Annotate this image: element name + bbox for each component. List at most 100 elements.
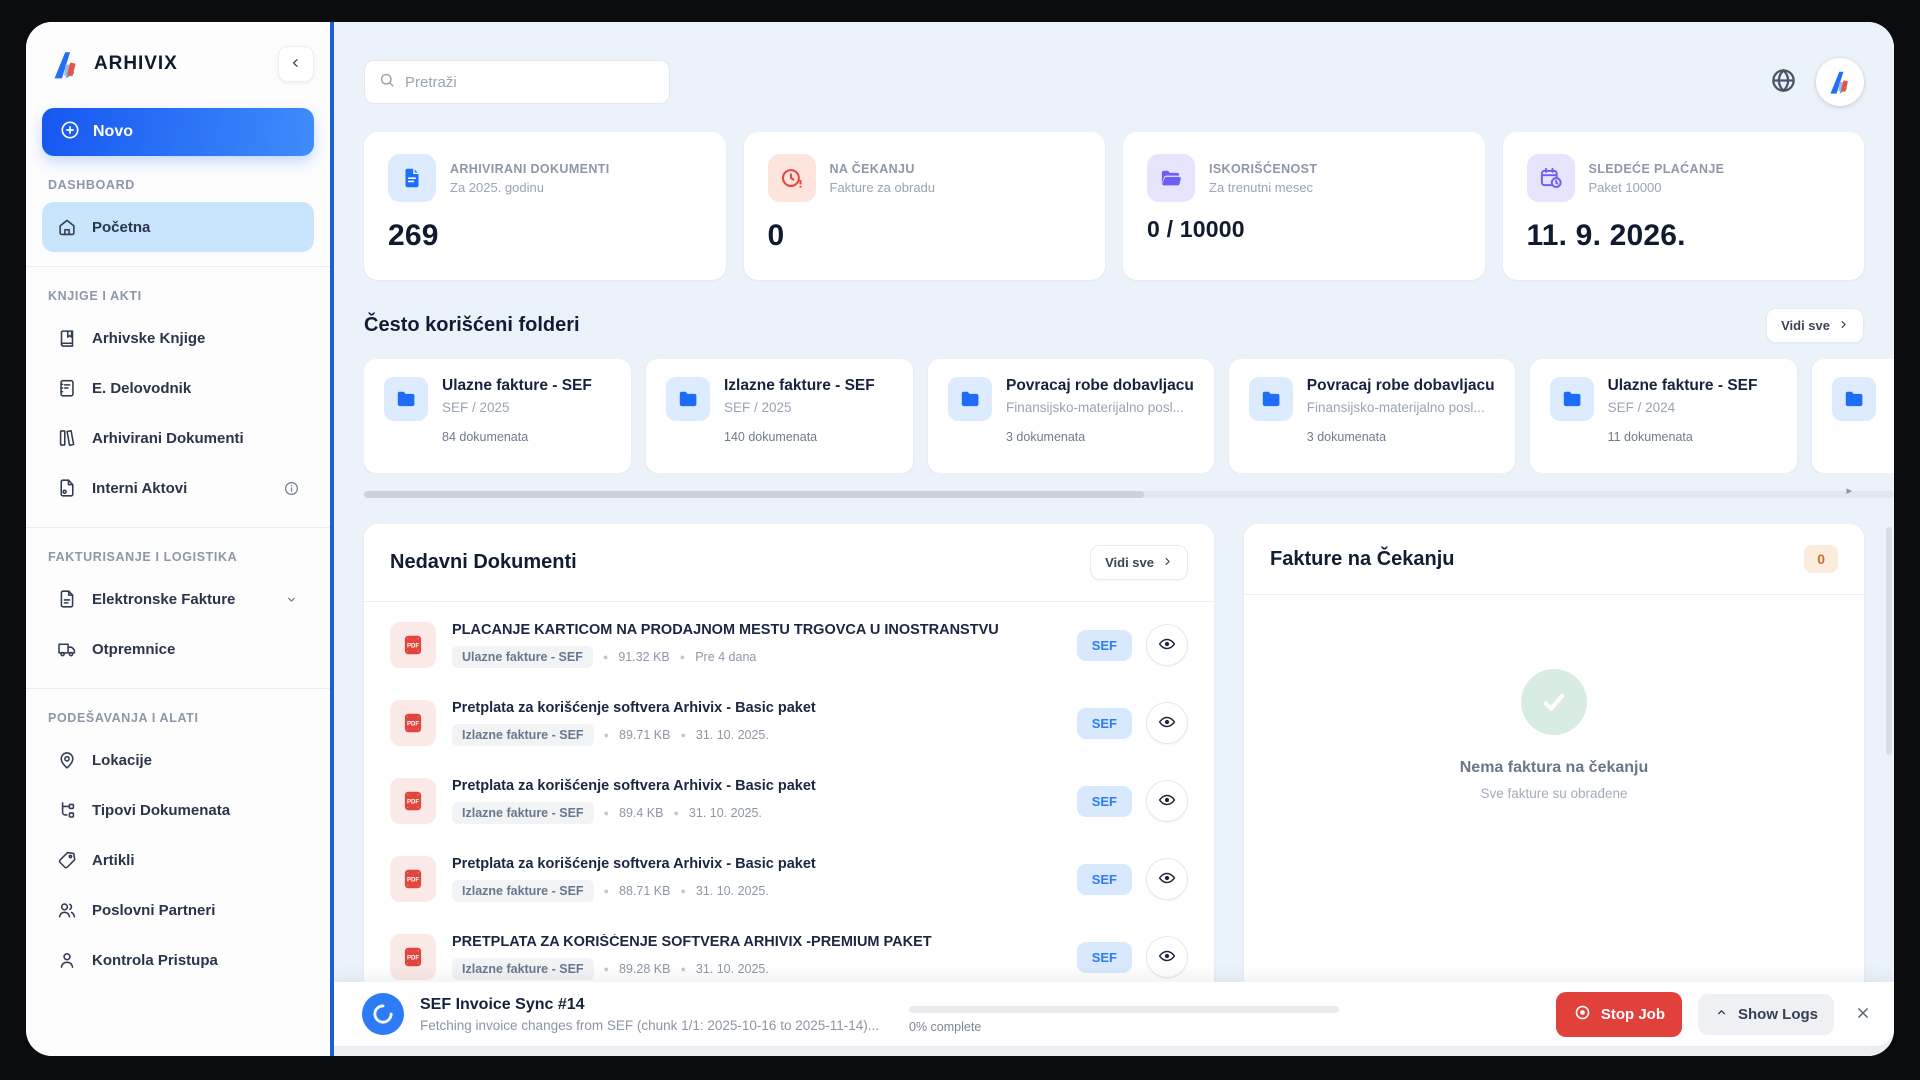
stat-card: NA ČEKANJU Fakture za obradu 0 — [744, 132, 1106, 280]
document-row[interactable]: PDF Pretplata za korišćenje softvera Arh… — [390, 762, 1188, 840]
archive-icon — [56, 427, 78, 449]
folder-card[interactable]: Ulazne fakture - SEF SEF / 2024 11 dokum… — [1530, 359, 1797, 473]
journal-icon — [56, 377, 78, 399]
folders-view-all-button[interactable]: Vidi sve — [1766, 308, 1864, 343]
eye-icon — [1157, 868, 1177, 891]
sidebar-item[interactable]: Elektronske Fakture — [42, 574, 314, 624]
pdf-file-icon: PDF — [390, 700, 436, 746]
folder-subtitle: SEF / 2024 — [1608, 400, 1758, 415]
sidebar-item-label: Otpremnice — [92, 641, 175, 658]
pending-count-badge: 0 — [1804, 545, 1838, 573]
svg-text:PDF: PDF — [407, 644, 419, 650]
folder-doc-count: 84 dokumenata — [442, 430, 611, 444]
folder-icon — [1832, 377, 1876, 421]
view-document-button[interactable] — [1146, 624, 1188, 666]
folder-subtitle: SEF / 2025 — [442, 400, 592, 415]
document-size: 91.32 KB — [618, 650, 669, 664]
stop-job-button[interactable]: Stop Job — [1556, 992, 1682, 1037]
document-row[interactable]: PDF PLACANJE KARTICOM NA PRODAJNOM MESTU… — [390, 606, 1188, 684]
sidebar-item[interactable]: Artikli — [42, 835, 314, 885]
sidebar-item[interactable]: Arhivske Knjige — [42, 313, 314, 363]
show-logs-button[interactable]: Show Logs — [1698, 994, 1834, 1035]
sidebar-item-label: Lokacije — [92, 752, 152, 769]
eye-icon — [1157, 790, 1177, 813]
sidebar-item-label: Elektronske Fakture — [92, 591, 235, 608]
main-content: ARHIVIRANI DOKUMENTI Za 2025. godinu 269… — [334, 22, 1894, 1056]
document-row[interactable]: PDF Pretplata za korišćenje softvera Arh… — [390, 684, 1188, 762]
folder-cards-row: Ulazne fakture - SEF SEF / 2025 84 dokum… — [364, 359, 1894, 473]
view-document-button[interactable] — [1146, 936, 1188, 978]
stat-card: SLEDEĆE PLAĆANJE Paket 10000 11. 9. 2026… — [1503, 132, 1865, 280]
folder-card[interactable]: Povracaj robe dobavljacu Finansijsko-mat… — [1229, 359, 1515, 473]
chevron-left-icon — [288, 55, 304, 74]
new-button[interactable]: Novo — [42, 108, 314, 156]
sidebar-item[interactable]: Interni Aktovi — [42, 463, 314, 513]
sef-badge: SEF — [1077, 708, 1132, 739]
stat-label: SLEDEĆE PLAĆANJE — [1589, 162, 1725, 176]
sidebar-collapse-button[interactable] — [278, 46, 314, 82]
search-box[interactable] — [364, 60, 670, 104]
close-job-bar-button[interactable] — [1854, 1004, 1872, 1025]
new-button-label: Novo — [93, 123, 133, 141]
progress-track — [909, 1006, 1339, 1013]
chevron-up-icon — [1714, 1005, 1729, 1024]
folder-card[interactable]: Povracaj robe dobavljacu Finansijsko-mat… — [928, 359, 1214, 473]
pdf-file-icon: PDF — [390, 622, 436, 668]
close-icon — [1854, 1004, 1872, 1025]
document-category: Izlazne fakture - SEF — [452, 880, 594, 902]
avatar[interactable] — [1816, 58, 1864, 106]
stop-icon — [1573, 1003, 1592, 1026]
sidebar: ARHIVIX Novo DASHBOARD Počet — [26, 22, 334, 1056]
document-row[interactable]: PDF Pretplata za korišćenje softvera Arh… — [390, 840, 1188, 918]
sidebar-item[interactable]: Kontrola Pristupa — [42, 935, 314, 985]
globe-icon — [1769, 66, 1798, 98]
recent-view-all-button[interactable]: Vidi sve — [1090, 545, 1188, 580]
document-category: Ulazne fakture - SEF — [452, 646, 593, 668]
folder-card[interactable]: Ulazne fakture - SEF SEF / 2025 84 dokum… — [364, 359, 631, 473]
file-icon — [56, 477, 78, 499]
document-category: Izlazne fakture - SEF — [452, 724, 594, 746]
sidebar-section-label: FAKTURISANJE I LOGISTIKA — [48, 550, 308, 564]
sidebar-item[interactable]: E. Delovodnik — [42, 363, 314, 413]
document-title: PLACANJE KARTICOM NA PRODAJNOM MESTU TRG… — [452, 622, 1061, 638]
language-globe-button[interactable] — [1769, 66, 1798, 98]
sef-badge: SEF — [1077, 864, 1132, 895]
chevron-right-icon — [1162, 555, 1173, 570]
view-document-button[interactable] — [1146, 702, 1188, 744]
horizontal-scrollbar-thumb[interactable] — [364, 491, 1144, 498]
sidebar-item[interactable]: Tipovi Dokumenata — [42, 785, 314, 835]
folder-card[interactable] — [1812, 359, 1894, 473]
stat-card: ISKORIŠĆENOST Za trenutni mesec 0 / 1000… — [1123, 132, 1485, 280]
sidebar-item[interactable]: Poslovni Partneri — [42, 885, 314, 935]
progress-label: 0% complete — [909, 1020, 1339, 1034]
view-document-button[interactable] — [1146, 858, 1188, 900]
sef-badge: SEF — [1077, 630, 1132, 661]
sidebar-item[interactable]: Otpremnice — [42, 624, 314, 674]
sidebar-item[interactable]: Početna — [42, 202, 314, 252]
stat-sublabel: Za trenutni mesec — [1209, 180, 1317, 195]
stat-card: ARHIVIRANI DOKUMENTI Za 2025. godinu 269 — [364, 132, 726, 280]
folder-icon — [1249, 377, 1293, 421]
job-progress: 0% complete — [909, 994, 1339, 1034]
sidebar-item[interactable]: Arhivirani Dokumenti — [42, 413, 314, 463]
folder-title: Povracaj robe dobavljacu — [1307, 377, 1495, 395]
app-window: ARHIVIX Novo DASHBOARD Počet — [26, 22, 1894, 1056]
check-circle-icon — [1521, 669, 1587, 735]
sidebar-item-label: Poslovni Partneri — [92, 902, 215, 919]
document-size: 89.28 KB — [619, 962, 670, 976]
svg-text:PDF: PDF — [407, 956, 419, 962]
sidebar-section: DASHBOARD Početna — [26, 178, 330, 267]
sef-badge: SEF — [1077, 942, 1132, 973]
search-input[interactable] — [405, 74, 656, 91]
vertical-scrollbar-thumb[interactable] — [1886, 527, 1892, 755]
folder-card[interactable]: Izlazne fakture - SEF SEF / 2025 140 dok… — [646, 359, 913, 473]
sidebar-item-label: Tipovi Dokumenata — [92, 802, 230, 819]
horizontal-scrollbar[interactable]: ▸ — [364, 491, 1894, 498]
view-document-button[interactable] — [1146, 780, 1188, 822]
pdf-file-icon: PDF — [390, 778, 436, 824]
document-date: 31. 10. 2025. — [696, 728, 769, 742]
sidebar-item-label: Kontrola Pristupa — [92, 952, 218, 969]
info-icon — [283, 480, 300, 497]
sidebar-item[interactable]: Lokacije — [42, 735, 314, 785]
stop-job-label: Stop Job — [1601, 1006, 1665, 1023]
